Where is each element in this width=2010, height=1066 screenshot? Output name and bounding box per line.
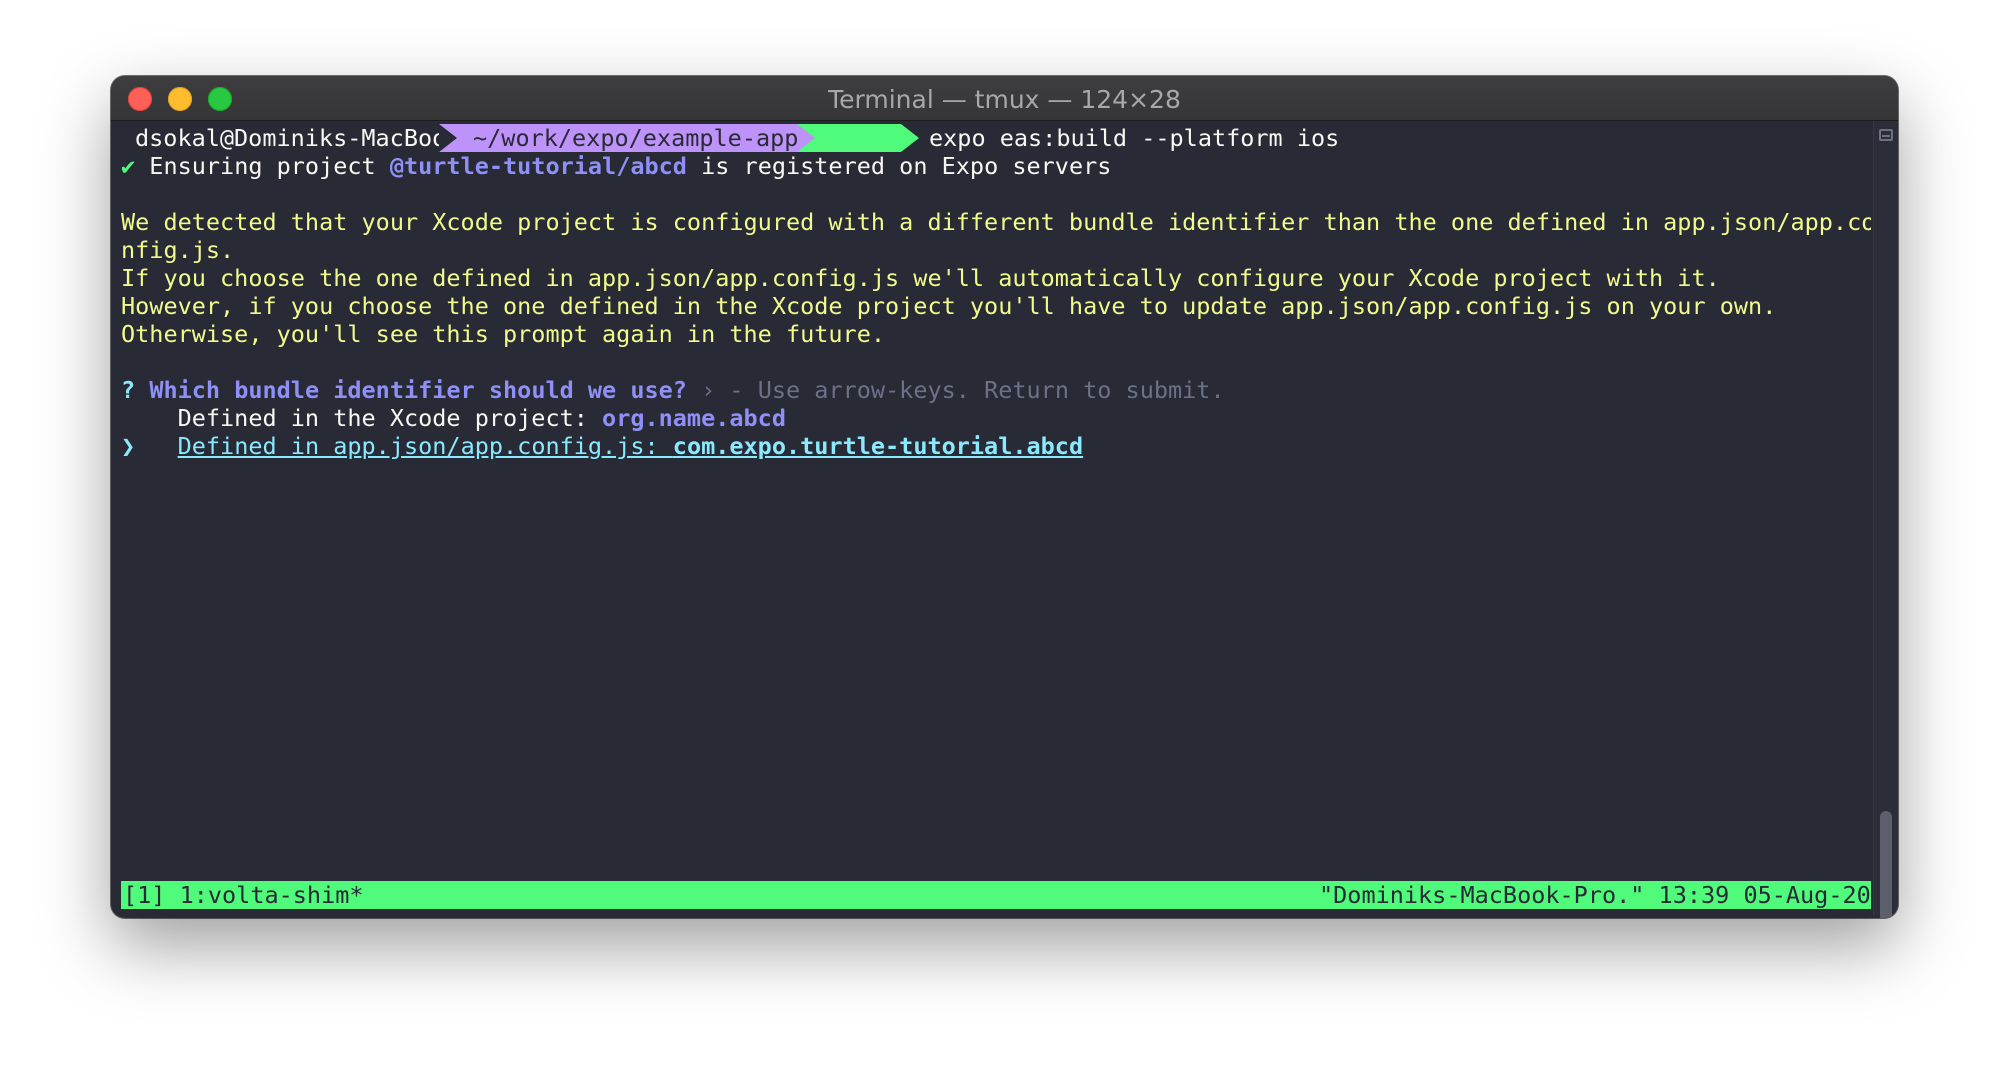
selector-icon: ❯ [121,432,136,460]
prompt-branch: master [944,180,1030,208]
warning-line: We detected that your Xcode project is c… [121,208,1871,236]
prompt-separator-1 [439,124,457,152]
option-value: org.name.abcd [602,404,786,432]
ensuring-prefix: Ensuring project [135,152,390,180]
warning-line: Otherwise, you'll see this prompt again … [121,320,886,348]
terminal-window: Terminal — tmux — 124×28 dsokal@Dominiks… [111,76,1898,918]
prompt-command: expo eas:build --platform ios [929,124,1340,152]
title-bar: Terminal — tmux — 124×28 [111,76,1898,121]
question-line: ? Which bundle identifier should we use?… [121,376,1225,404]
tmux-status-bar: [1] 1:volta-shim* "Dominiks-MacBook-Pro.… [121,881,1871,909]
terminal-content[interactable]: dsokal@Dominiks-MacBook-Pro ~/work/expo/… [121,121,1871,916]
prompt-path: ~/work/expo/example-apps/abcd [439,124,883,152]
question-text: Which bundle identifier should we use? [149,376,687,404]
scrollbar[interactable] [1873,121,1898,918]
split-pane-icon[interactable] [1879,129,1893,141]
prompt-line: dsokal@Dominiks-MacBook-Pro ~/work/expo/… [121,124,1871,208]
ensuring-line: ✔ Ensuring project @turtle-tutorial/abcd… [121,152,1111,180]
question-mark-icon: ? [121,376,136,404]
warning-line: However, if you choose the one defined i… [121,292,1777,320]
warning-line: nfig.js. [121,236,235,264]
option-label: Defined in app.json/app.config.js: [177,432,673,460]
project-name: @turtle-tutorial/abcd [389,152,687,180]
tmux-host-clock: "Dominiks-MacBook-Pro." 13:39 05-Aug-200 [1319,881,1871,909]
option-label: Defined in the Xcode project: [177,404,603,432]
warning-line: If you choose the one defined in app.jso… [121,264,1720,292]
check-icon: ✔ [121,152,136,180]
prompt-separator-3 [901,124,919,152]
ensuring-suffix: is registered on Expo servers [686,152,1112,180]
scrollbar-thumb[interactable] [1880,811,1892,918]
option-value: com.expo.turtle-tutorial.abcd [672,432,1084,460]
prompt-separator-2 [797,124,815,152]
option-xcode[interactable]: Defined in the Xcode project: org.name.a… [121,404,786,432]
tmux-window-list[interactable]: [1] 1:volta-shim* [123,881,364,909]
window-title: Terminal — tmux — 124×28 [828,85,1181,114]
question-hint: › - Use arrow-keys. Return to submit. [701,376,1225,404]
option-app-json[interactable]: ❯ Defined in app.json/app.config.js: com… [121,432,1083,460]
